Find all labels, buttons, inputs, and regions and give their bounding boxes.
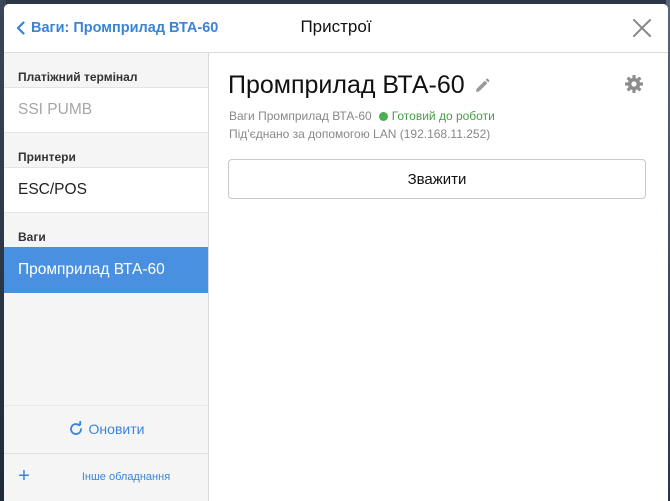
sidebar-item-ssi-pumb[interactable]: SSI PUMB: [4, 87, 208, 133]
device-sidebar: Платіжний термінал SSI PUMB Принтери ESC…: [4, 53, 209, 501]
status-text: Готовий до роботи: [391, 109, 495, 123]
sidebar-footer: + Інше обладнання: [4, 453, 208, 501]
device-type: Ваги Промприлад ВТА-60: [229, 109, 372, 123]
devices-dialog: Ваги: Промприлад ВТА-60 Пристрої Платіжн…: [4, 4, 668, 501]
pencil-icon[interactable]: [473, 77, 491, 95]
sidebar-item-esc-pos[interactable]: ESC/POS: [4, 167, 208, 213]
dialog-header: Ваги: Промприлад ВТА-60 Пристрої: [4, 4, 668, 53]
status-dot-icon: [378, 111, 388, 121]
section-heading-printers: Принтери: [18, 150, 76, 164]
device-info-line: Ваги Промприлад ВТА-60 Готовий до роботи: [229, 109, 495, 123]
weigh-button[interactable]: Зважити: [228, 159, 646, 199]
refresh-button[interactable]: Оновити: [4, 405, 208, 452]
gear-icon[interactable]: [624, 74, 644, 94]
plus-icon[interactable]: +: [14, 466, 34, 486]
sidebar-item-promprylad[interactable]: Промприлад ВТА-60: [4, 247, 208, 293]
device-name-row: Промприлад ВТА-60: [228, 71, 491, 100]
refresh-label: Оновити: [88, 421, 145, 437]
connection-info: Під'єднано за допомогою LAN (192.168.11.…: [229, 127, 491, 141]
section-heading-payment-terminal: Платіжний термінал: [18, 70, 138, 84]
refresh-icon: [69, 421, 82, 435]
status-badge: Готовий до роботи: [378, 109, 495, 123]
other-equipment-link[interactable]: Інше обладнання: [44, 471, 208, 483]
device-name: Промприлад ВТА-60: [228, 71, 465, 99]
device-details: Промприлад ВТА-60 Ваги Промприлад ВТА-60…: [209, 53, 668, 501]
dialog-title: Пристрої: [300, 17, 372, 36]
close-icon[interactable]: [632, 18, 652, 38]
section-heading-scales: Ваги: [18, 230, 46, 244]
